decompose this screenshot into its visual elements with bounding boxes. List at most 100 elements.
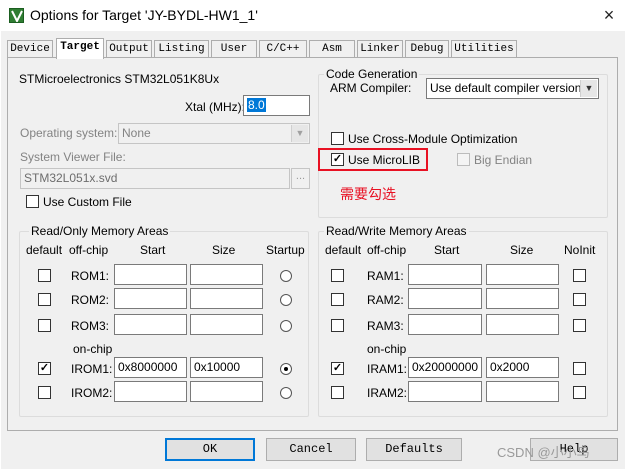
tab-user[interactable]: User bbox=[211, 40, 257, 58]
ram3-size-input[interactable] bbox=[486, 314, 559, 335]
ram1-default-checkbox[interactable] bbox=[331, 269, 344, 282]
rw-header-start: Start bbox=[434, 243, 460, 257]
iram2-label: IRAM2: bbox=[367, 386, 408, 400]
os-select[interactable]: None ▼ bbox=[118, 123, 310, 144]
iram1-noinit-checkbox[interactable] bbox=[573, 362, 586, 375]
iram1-size-input[interactable]: 0x2000 bbox=[486, 357, 559, 378]
target-tab-panel: STMicroelectronics STM32L051K8Ux Xtal (M… bbox=[7, 57, 618, 431]
rom3-startup-radio[interactable] bbox=[280, 320, 292, 332]
rom3-label: ROM3: bbox=[71, 319, 110, 333]
rom1-size-input[interactable] bbox=[190, 264, 263, 285]
rom3-start-input[interactable] bbox=[114, 314, 187, 335]
irom1-startup-radio[interactable] bbox=[280, 363, 292, 375]
chevron-down-icon: ▼ bbox=[580, 80, 597, 97]
xtal-label: Xtal (MHz): bbox=[185, 100, 245, 114]
irom1-size-input[interactable]: 0x10000 bbox=[190, 357, 263, 378]
irom1-label: IROM1: bbox=[71, 362, 113, 376]
cross-module-checkbox[interactable] bbox=[331, 132, 344, 145]
rom2-size-input[interactable] bbox=[190, 288, 263, 309]
iram2-start-input[interactable] bbox=[408, 381, 482, 402]
ro-header-size: Size bbox=[212, 243, 236, 257]
rom1-label: ROM1: bbox=[71, 269, 110, 283]
big-endian-checkbox[interactable] bbox=[457, 153, 470, 166]
ram3-default-checkbox[interactable] bbox=[331, 319, 344, 332]
ram1-noinit-checkbox[interactable] bbox=[573, 269, 586, 282]
use-microlib-label: Use MicroLIB bbox=[348, 153, 421, 167]
ram2-size-input[interactable] bbox=[486, 288, 559, 309]
rom2-startup-radio[interactable] bbox=[280, 294, 292, 306]
tab-c-cpp[interactable]: C/C++ bbox=[259, 40, 307, 58]
irom2-start-input[interactable] bbox=[114, 381, 187, 402]
tab-asm[interactable]: Asm bbox=[309, 40, 355, 58]
rom2-default-checkbox[interactable] bbox=[38, 293, 51, 306]
tab-device[interactable]: Device bbox=[7, 40, 53, 58]
ram2-default-checkbox[interactable] bbox=[331, 293, 344, 306]
iram1-label: IRAM1: bbox=[367, 362, 408, 376]
tab-linker[interactable]: Linker bbox=[357, 40, 403, 58]
ro-header-default: default bbox=[26, 243, 63, 257]
use-microlib-checkbox[interactable]: ✓ bbox=[331, 153, 344, 166]
rw-onchip-label: on-chip bbox=[367, 342, 407, 356]
arm-compiler-select[interactable]: Use default compiler version 5 ▼ bbox=[426, 78, 599, 99]
rw-header-default: default bbox=[325, 243, 362, 257]
arm-compiler-label: ARM Compiler: bbox=[330, 81, 412, 95]
irom1-default-checkbox[interactable]: ✓ bbox=[38, 362, 51, 375]
irom2-startup-radio[interactable] bbox=[280, 387, 292, 399]
title-bar: Options for Target 'JY-BYDL-HW1_1' × bbox=[0, 0, 626, 31]
window-title: Options for Target 'JY-BYDL-HW1_1' bbox=[30, 7, 258, 23]
tab-output[interactable]: Output bbox=[106, 40, 152, 58]
irom2-label: IROM2: bbox=[71, 386, 113, 400]
tab-utilities[interactable]: Utilities bbox=[451, 40, 517, 58]
ro-onchip-label: on-chip bbox=[73, 342, 113, 356]
rw-header-size: Size bbox=[510, 243, 534, 257]
ram1-label: RAM1: bbox=[367, 269, 404, 283]
ram3-start-input[interactable] bbox=[408, 314, 482, 335]
svd-input[interactable]: STM32L051x.svd bbox=[20, 168, 290, 189]
svd-label: System Viewer File: bbox=[20, 150, 126, 164]
tab-listing[interactable]: Listing bbox=[154, 40, 209, 58]
keil-app-icon bbox=[9, 8, 24, 23]
tab-debug[interactable]: Debug bbox=[405, 40, 449, 58]
iram2-noinit-checkbox[interactable] bbox=[573, 386, 586, 399]
ram1-start-input[interactable] bbox=[408, 264, 482, 285]
chevron-down-icon: ▼ bbox=[291, 125, 308, 142]
irom2-size-input[interactable] bbox=[190, 381, 263, 402]
irom2-default-checkbox[interactable] bbox=[38, 386, 51, 399]
ram1-size-input[interactable] bbox=[486, 264, 559, 285]
iram2-default-checkbox[interactable] bbox=[331, 386, 344, 399]
ok-button[interactable]: OK bbox=[165, 438, 255, 461]
rw-header-noinit: NoInit bbox=[564, 243, 596, 257]
iram2-size-input[interactable] bbox=[486, 381, 559, 402]
ram2-noinit-checkbox[interactable] bbox=[573, 293, 586, 306]
rw-header-offchip: off-chip bbox=[367, 243, 407, 257]
defaults-button[interactable]: Defaults bbox=[366, 438, 462, 461]
ro-header-start: Start bbox=[140, 243, 166, 257]
ro-memory-title: Read/Only Memory Areas bbox=[29, 224, 171, 238]
svd-browse-button[interactable]: ... bbox=[291, 168, 310, 189]
ram3-noinit-checkbox[interactable] bbox=[573, 319, 586, 332]
cancel-button[interactable]: Cancel bbox=[266, 438, 356, 461]
arm-compiler-value: Use default compiler version 5 bbox=[430, 81, 592, 95]
rom3-default-checkbox[interactable] bbox=[38, 319, 51, 332]
os-label: Operating system: bbox=[20, 126, 118, 140]
rom1-start-input[interactable] bbox=[114, 264, 187, 285]
rom2-label: ROM2: bbox=[71, 293, 110, 307]
tab-target[interactable]: Target bbox=[56, 38, 104, 59]
ram2-label: RAM2: bbox=[367, 293, 404, 307]
rom3-size-input[interactable] bbox=[190, 314, 263, 335]
use-custom-file-checkbox[interactable] bbox=[26, 195, 39, 208]
xtal-input[interactable]: 8.0 bbox=[243, 95, 310, 116]
ram2-start-input[interactable] bbox=[408, 288, 482, 309]
rom2-start-input[interactable] bbox=[114, 288, 187, 309]
rom1-startup-radio[interactable] bbox=[280, 270, 292, 282]
iram1-default-checkbox[interactable]: ✓ bbox=[331, 362, 344, 375]
cross-module-label: Use Cross-Module Optimization bbox=[348, 132, 518, 146]
big-endian-label: Big Endian bbox=[474, 153, 533, 167]
ram3-label: RAM3: bbox=[367, 319, 404, 333]
close-icon[interactable]: × bbox=[598, 4, 620, 26]
iram1-start-input[interactable]: 0x20000000 bbox=[408, 357, 482, 378]
ro-header-startup: Startup bbox=[266, 243, 305, 257]
rom1-default-checkbox[interactable] bbox=[38, 269, 51, 282]
irom1-start-input[interactable]: 0x8000000 bbox=[114, 357, 187, 378]
code-generation-title: Code Generation bbox=[324, 67, 420, 81]
